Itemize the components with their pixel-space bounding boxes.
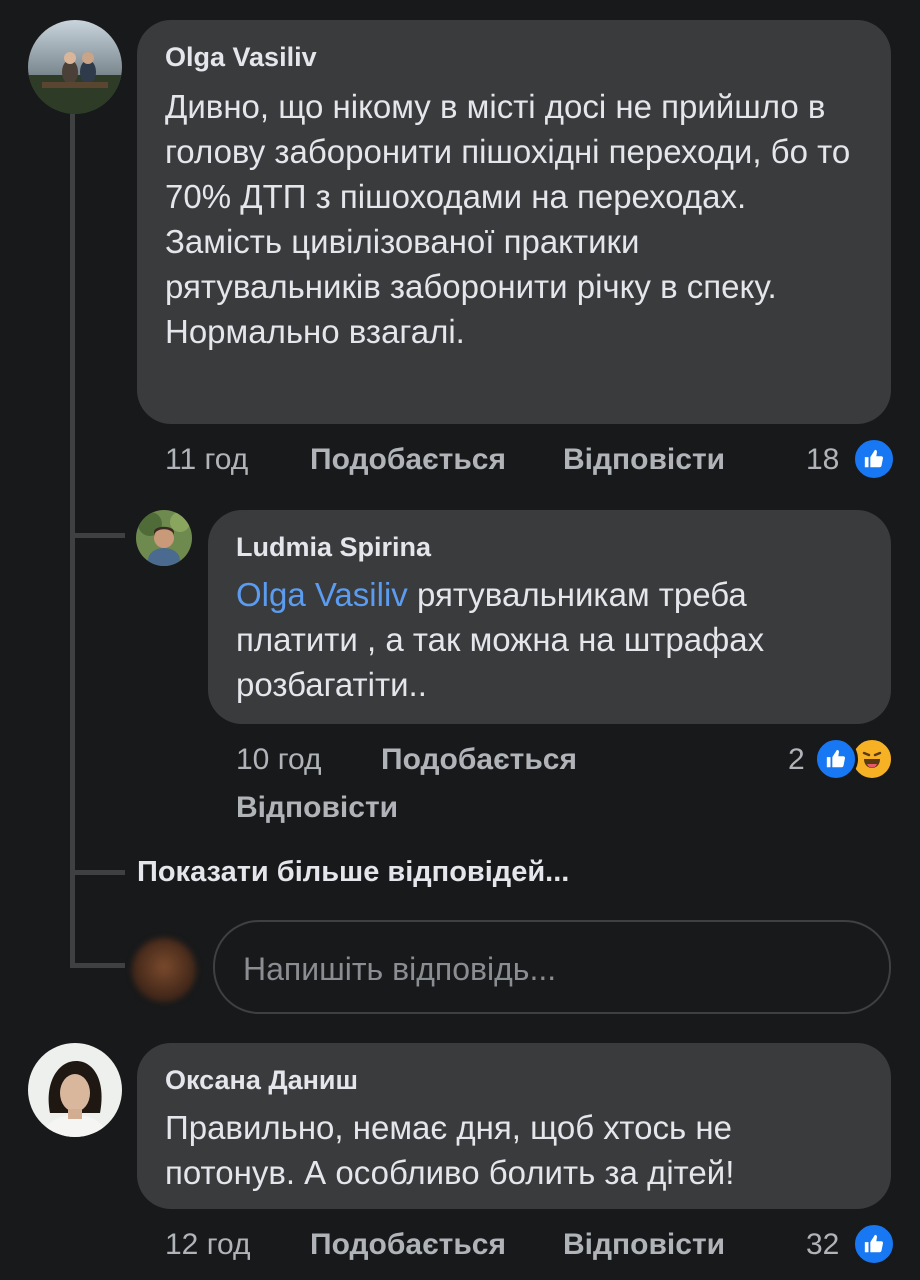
current-user-avatar xyxy=(132,938,196,1002)
reply-text: Olga Vasiliv рятувальникам треба платити… xyxy=(236,572,866,707)
like-button[interactable]: Подобається xyxy=(381,743,577,777)
reaction-count[interactable]: 32 xyxy=(806,1228,839,1262)
comment-bubble: Оксана Даниш Правильно, немає дня, щоб х… xyxy=(137,1043,891,1209)
reply-input-placeholder: Напишіть відповідь... xyxy=(243,951,557,987)
avatar-photo-icon xyxy=(28,20,122,114)
reply-author[interactable]: Ludmia Spirina xyxy=(236,532,431,563)
thread-branch xyxy=(70,533,125,538)
thread-line xyxy=(70,110,75,968)
like-reaction-icon xyxy=(852,437,896,481)
like-button[interactable]: Подобається xyxy=(310,443,506,477)
avatar[interactable] xyxy=(28,20,122,114)
comment-author[interactable]: Olga Vasiliv xyxy=(165,42,317,73)
like-reaction-icon xyxy=(814,737,858,781)
avatar-photo-icon xyxy=(28,1043,122,1137)
reaction-count[interactable]: 18 xyxy=(806,443,839,477)
comment-author[interactable]: Оксана Даниш xyxy=(165,1065,358,1096)
thread-branch xyxy=(70,870,125,875)
like-reaction-icon xyxy=(852,1222,896,1266)
comment-time[interactable]: 11 год xyxy=(165,443,248,477)
comment-bubble: Olga Vasiliv Дивно, що нікому в місті до… xyxy=(137,20,891,424)
avatar[interactable] xyxy=(28,1043,122,1137)
reply-button[interactable]: Відповісти xyxy=(236,791,398,825)
reply-button[interactable]: Відповісти xyxy=(563,443,725,477)
reply-bubble: Ludmia Spirina Olga Vasiliv рятувальника… xyxy=(208,510,891,724)
reply-button[interactable]: Відповісти xyxy=(563,1228,725,1262)
reply-input[interactable]: Напишіть відповідь... xyxy=(213,920,891,1014)
comment-text: Дивно, що нікому в місті досі не прийшло… xyxy=(165,88,851,350)
show-more-replies-link[interactable]: Показати більше відповідей... xyxy=(137,856,569,889)
like-button[interactable]: Подобається xyxy=(310,1228,506,1262)
avatar[interactable] xyxy=(136,510,192,566)
avatar-photo-icon xyxy=(136,510,192,566)
thread-branch xyxy=(70,963,125,968)
reaction-count[interactable]: 2 xyxy=(788,743,805,777)
reply-time[interactable]: 10 год xyxy=(236,743,322,777)
mention-link[interactable]: Olga Vasiliv xyxy=(236,576,408,613)
comment-text: Правильно, немає дня, щоб хтось не потон… xyxy=(165,1109,735,1191)
comment-time[interactable]: 12 год xyxy=(165,1228,251,1262)
